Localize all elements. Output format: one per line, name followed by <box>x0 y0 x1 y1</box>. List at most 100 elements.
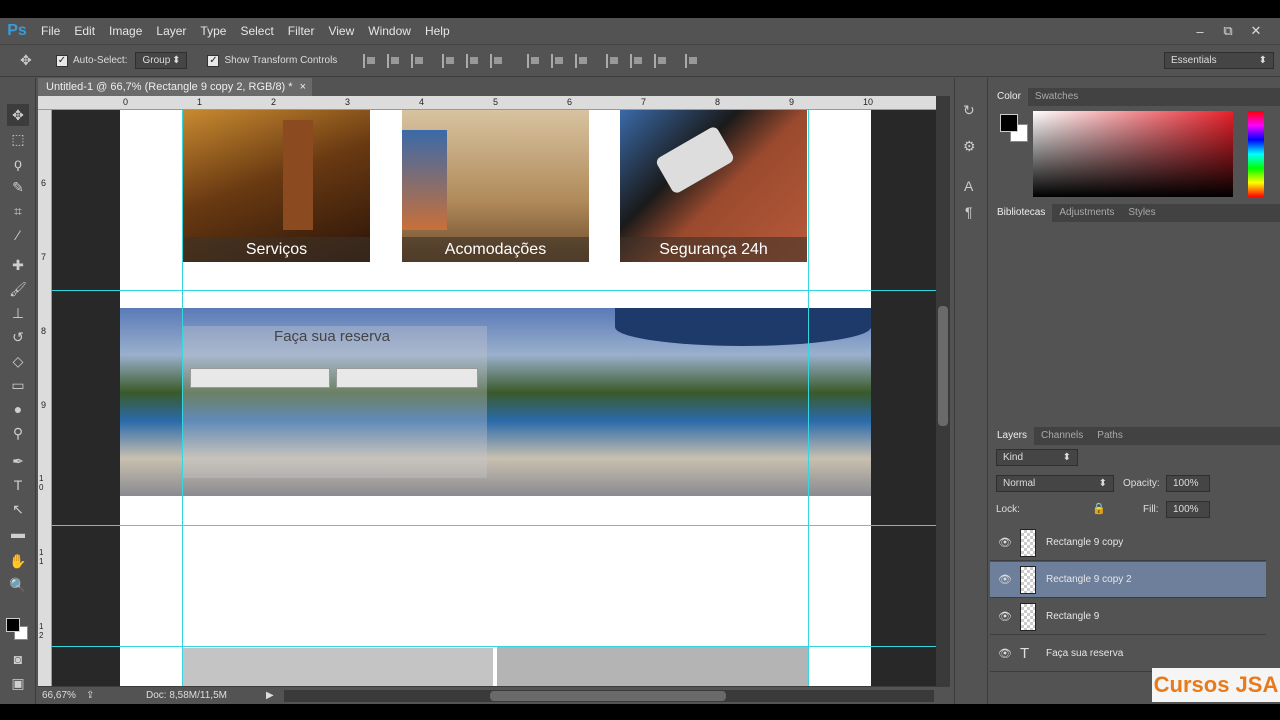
layer-row[interactable]: 👁 Rectangle 9 <box>990 599 1266 635</box>
tab-paths[interactable]: Paths <box>1090 427 1130 445</box>
move-tool-icon[interactable]: ✥ <box>7 104 29 126</box>
character-icon[interactable]: A <box>964 178 973 194</box>
menu-select[interactable]: Select <box>233 18 280 44</box>
path-select-tool-icon[interactable]: ↖ <box>7 498 29 520</box>
menu-type[interactable]: Type <box>193 18 233 44</box>
scroll-thumb[interactable] <box>490 690 726 701</box>
menu-window[interactable]: Window <box>361 18 418 44</box>
move-tool-icon[interactable]: ✥ <box>20 52 50 69</box>
shape-tool-icon[interactable]: ▬ <box>7 522 29 544</box>
document-tab[interactable]: Untitled-1 @ 66,7% (Rectangle 9 copy 2, … <box>38 78 312 96</box>
scroll-thumb[interactable] <box>938 306 948 426</box>
menu-layer[interactable]: Layer <box>149 18 193 44</box>
properties-icon[interactable]: ⚙ <box>963 138 976 155</box>
distribute-vcenter-icon[interactable] <box>551 53 565 68</box>
menu-file[interactable]: File <box>34 18 67 44</box>
transform-controls-checkbox[interactable]: ✓ <box>207 54 220 67</box>
canvas[interactable]: Serviços Acomodações Segurança 24h Faça … <box>120 110 871 686</box>
foreground-color-swatch[interactable] <box>6 618 20 632</box>
eye-icon[interactable]: 👁 <box>990 610 1020 623</box>
gradient-tool-icon[interactable]: ▭ <box>7 374 29 396</box>
auto-select-checkbox[interactable]: ✓ <box>56 54 68 67</box>
close-icon[interactable]: × <box>300 81 306 93</box>
tab-adjustments[interactable]: Adjustments <box>1052 204 1121 222</box>
menu-help[interactable]: Help <box>418 18 457 44</box>
menu-image[interactable]: Image <box>102 18 149 44</box>
fill-field[interactable]: 100% <box>1166 501 1210 518</box>
auto-select-dropdown[interactable]: Group ⬍ <box>135 52 188 69</box>
tab-channels[interactable]: Channels <box>1034 427 1090 445</box>
workspace-value: Essentials <box>1171 55 1217 66</box>
marquee-tool-icon[interactable]: ⬚ <box>7 128 29 150</box>
horizontal-scrollbar[interactable] <box>284 689 934 702</box>
distribute-left-icon[interactable] <box>606 53 620 68</box>
kind-filter-dropdown[interactable]: Kind ⬍ <box>996 449 1078 466</box>
layer-row-selected[interactable]: 👁 Rectangle 9 copy 2 <box>990 562 1266 598</box>
eyedropper-tool-icon[interactable]: ⁄ <box>7 224 29 246</box>
dodge-tool-icon[interactable]: ⚲ <box>7 422 29 444</box>
paragraph-icon[interactable]: ¶ <box>965 204 973 220</box>
close-button[interactable]: ✕ <box>1242 21 1270 41</box>
distribute-hcenter-icon[interactable] <box>630 53 644 68</box>
brush-tool-icon[interactable]: 🖌 <box>7 278 29 300</box>
align-top-icon[interactable] <box>363 53 377 68</box>
align-hcenter-icon[interactable] <box>466 53 480 68</box>
stamp-tool-icon[interactable]: ⊥ <box>7 302 29 324</box>
ruler-label: 4 <box>419 97 425 107</box>
eraser-tool-icon[interactable]: ◇ <box>7 350 29 372</box>
tab-styles[interactable]: Styles <box>1121 204 1162 222</box>
blur-tool-icon[interactable]: ● <box>7 398 29 420</box>
eye-icon[interactable]: 👁 <box>990 536 1020 549</box>
history-icon[interactable]: ↻ <box>963 102 975 119</box>
workspace-dropdown[interactable]: Essentials ⬍ <box>1164 52 1274 69</box>
align-bottom-icon[interactable] <box>411 53 425 68</box>
menu-view[interactable]: View <box>321 18 361 44</box>
tab-swatches[interactable]: Swatches <box>1028 88 1085 106</box>
menu-edit[interactable]: Edit <box>67 18 102 44</box>
play-icon[interactable]: ▶ <box>266 690 280 701</box>
lasso-tool-icon[interactable]: ϙ <box>7 152 29 174</box>
export-icon[interactable]: ⇪ <box>86 690 106 701</box>
layer-row[interactable]: 👁 Rectangle 9 copy <box>990 525 1266 561</box>
bottom-letterbox <box>0 704 1280 720</box>
eye-icon[interactable]: 👁 <box>990 573 1020 586</box>
opacity-field[interactable]: 100% <box>1166 475 1210 492</box>
crop-tool-icon[interactable]: ⌗ <box>7 200 29 222</box>
vertical-scrollbar[interactable] <box>936 96 950 686</box>
history-brush-tool-icon[interactable]: ↺ <box>7 326 29 348</box>
zoom-tool-icon[interactable]: 🔍 <box>7 574 29 596</box>
quick-select-tool-icon[interactable]: ✎ <box>7 176 29 198</box>
hue-slider[interactable] <box>1248 111 1264 197</box>
distribute-top-icon[interactable] <box>527 53 541 68</box>
minimize-button[interactable]: – <box>1186 21 1214 41</box>
tab-layers[interactable]: Layers <box>990 427 1035 445</box>
distribute-right-icon[interactable] <box>654 53 668 68</box>
ruler-label: 1 0 <box>39 474 44 492</box>
reserve-input-2[interactable] <box>336 368 478 388</box>
layers-panel-tabs: Layers Channels Paths <box>990 427 1280 445</box>
lock-icon[interactable]: 🔒 <box>1092 502 1106 515</box>
eye-icon[interactable]: 👁 <box>990 647 1020 660</box>
screen-mode-icon[interactable]: ▣ <box>7 672 29 694</box>
auto-align-icon[interactable] <box>685 53 699 68</box>
tab-color[interactable]: Color <box>990 88 1028 106</box>
layer-row[interactable]: 👁 T Faça sua reserva <box>990 636 1266 672</box>
camera-photo <box>654 125 736 195</box>
healing-tool-icon[interactable]: ✚ <box>7 254 29 276</box>
restore-button[interactable]: ⧉ <box>1214 21 1242 41</box>
fg-color[interactable] <box>1000 114 1018 132</box>
reserve-input-1[interactable] <box>190 368 330 388</box>
quick-mask-icon[interactable]: ◙ <box>7 648 29 670</box>
color-field[interactable] <box>1033 111 1233 197</box>
align-vcenter-icon[interactable] <box>387 53 401 68</box>
align-right-icon[interactable] <box>490 53 504 68</box>
blend-mode-dropdown[interactable]: Normal ⬍ <box>996 475 1114 492</box>
align-left-icon[interactable] <box>442 53 456 68</box>
zoom-level[interactable]: 66,67% <box>42 690 86 701</box>
type-tool-icon[interactable]: T <box>7 474 29 496</box>
distribute-bottom-icon[interactable] <box>575 53 589 68</box>
hand-tool-icon[interactable]: ✋ <box>7 550 29 572</box>
tab-bibliotecas[interactable]: Bibliotecas <box>990 204 1053 222</box>
pen-tool-icon[interactable]: ✒ <box>7 450 29 472</box>
menu-filter[interactable]: Filter <box>281 18 322 44</box>
